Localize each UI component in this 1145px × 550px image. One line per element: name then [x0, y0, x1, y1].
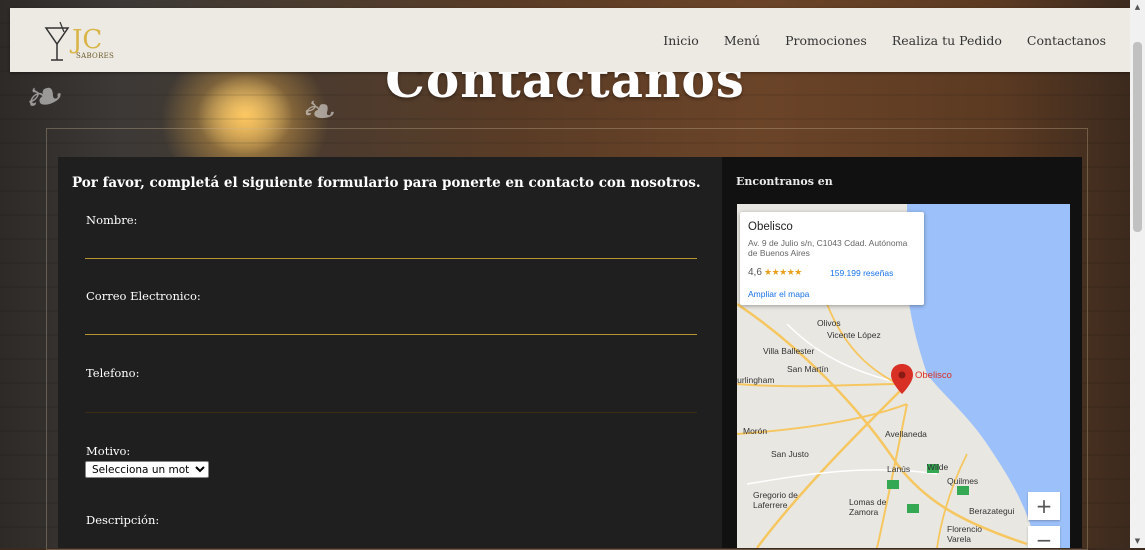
nombre-input[interactable]	[85, 236, 697, 259]
site-header: JC SABORES Inicio Menú Promociones Reali…	[10, 8, 1130, 72]
map-label-laferrere: Gregorio de Laferrere	[753, 490, 798, 510]
place-name: Obelisco	[748, 221, 793, 233]
map-heading: Encontranos en	[736, 175, 833, 188]
map-label-hurlingham: Hurlingham	[737, 375, 775, 385]
email-input[interactable]	[85, 312, 697, 335]
embedded-map[interactable]: Olivos Vicente López Villa Ballester San…	[737, 204, 1070, 548]
nombre-label: Nombre:	[86, 213, 138, 227]
map-label-lomas-de-zamora: Lomas de Zamora	[849, 497, 887, 517]
contact-form-panel: Por favor, completá el siguiente formula…	[58, 157, 722, 548]
zoom-in-button[interactable]: +	[1028, 492, 1060, 520]
place-rating: 4,6	[748, 267, 762, 278]
correo-label: Correo Electronico:	[86, 289, 201, 303]
place-reviews-link[interactable]: 159.199 reseñas	[830, 268, 893, 278]
nav-menu[interactable]: Menú	[724, 33, 760, 48]
page-scrollbar[interactable]: ▲ ▼	[1130, 0, 1145, 548]
logo-text: SABORES	[76, 52, 115, 60]
scroll-up-arrow-icon[interactable]: ▲	[1130, 0, 1145, 14]
zoom-out-button[interactable]: −	[1028, 526, 1060, 548]
map-label-wilde: Wilde	[927, 462, 949, 472]
map-label-olivos: Olivos	[817, 318, 841, 328]
map-pin-label[interactable]: Obelisco	[915, 370, 952, 381]
map-label-lanus: Lanús	[887, 464, 911, 474]
scroll-thumb[interactable]	[1133, 42, 1142, 232]
svg-text:JC: JC	[69, 25, 102, 55]
nav-promociones[interactable]: Promociones	[785, 33, 867, 48]
nav-realiza-pedido[interactable]: Realiza tu Pedido	[892, 33, 1002, 48]
page-title-container: Contactanos	[0, 72, 1130, 112]
map-label-vicente-lopez: Vicente López	[827, 330, 881, 340]
map-panel: Encontranos en Olivos Vicente López Vill…	[722, 157, 1082, 548]
place-address: Av. 9 de Julio s/n, C1043 Cdad. Autónoma…	[748, 238, 908, 258]
map-label-berazategui: Berazategui	[969, 506, 1015, 516]
motivo-label: Motivo:	[86, 444, 131, 458]
map-label-villa-ballester: Villa Ballester	[763, 346, 815, 356]
form-heading: Por favor, completá el siguiente formula…	[72, 175, 701, 191]
map-label-moron: Morón	[743, 426, 768, 436]
nav-inicio[interactable]: Inicio	[663, 33, 699, 48]
place-info-card: Obelisco Av. 9 de Julio s/n, C1043 Cdad.…	[740, 212, 924, 305]
descripcion-label: Descripción:	[86, 513, 160, 527]
map-label-san-martin: San Martín	[787, 364, 829, 374]
nav-contactanos[interactable]: Contactanos	[1027, 33, 1106, 48]
map-label-florencio-varela: Florencio Varela	[947, 524, 982, 544]
map-label-avellaneda: Avellaneda	[885, 429, 927, 439]
enlarge-map-link[interactable]: Ampliar el mapa	[748, 289, 809, 299]
motivo-select[interactable]: Selecciona un motivo	[85, 461, 209, 478]
page-title: Contactanos	[385, 72, 745, 109]
logo[interactable]: JC SABORES	[42, 18, 122, 66]
main-nav: Inicio Menú Promociones Realiza tu Pedid…	[663, 33, 1106, 48]
map-label-san-justo: San Justo	[771, 449, 809, 459]
star-rating-icon: ★★★★★	[764, 267, 802, 277]
telefono-input[interactable]	[85, 390, 697, 413]
scroll-down-arrow-icon[interactable]: ▼	[1130, 534, 1145, 548]
telefono-label: Telefono:	[86, 366, 140, 380]
map-label-quilmes: Quilmes	[947, 476, 979, 486]
